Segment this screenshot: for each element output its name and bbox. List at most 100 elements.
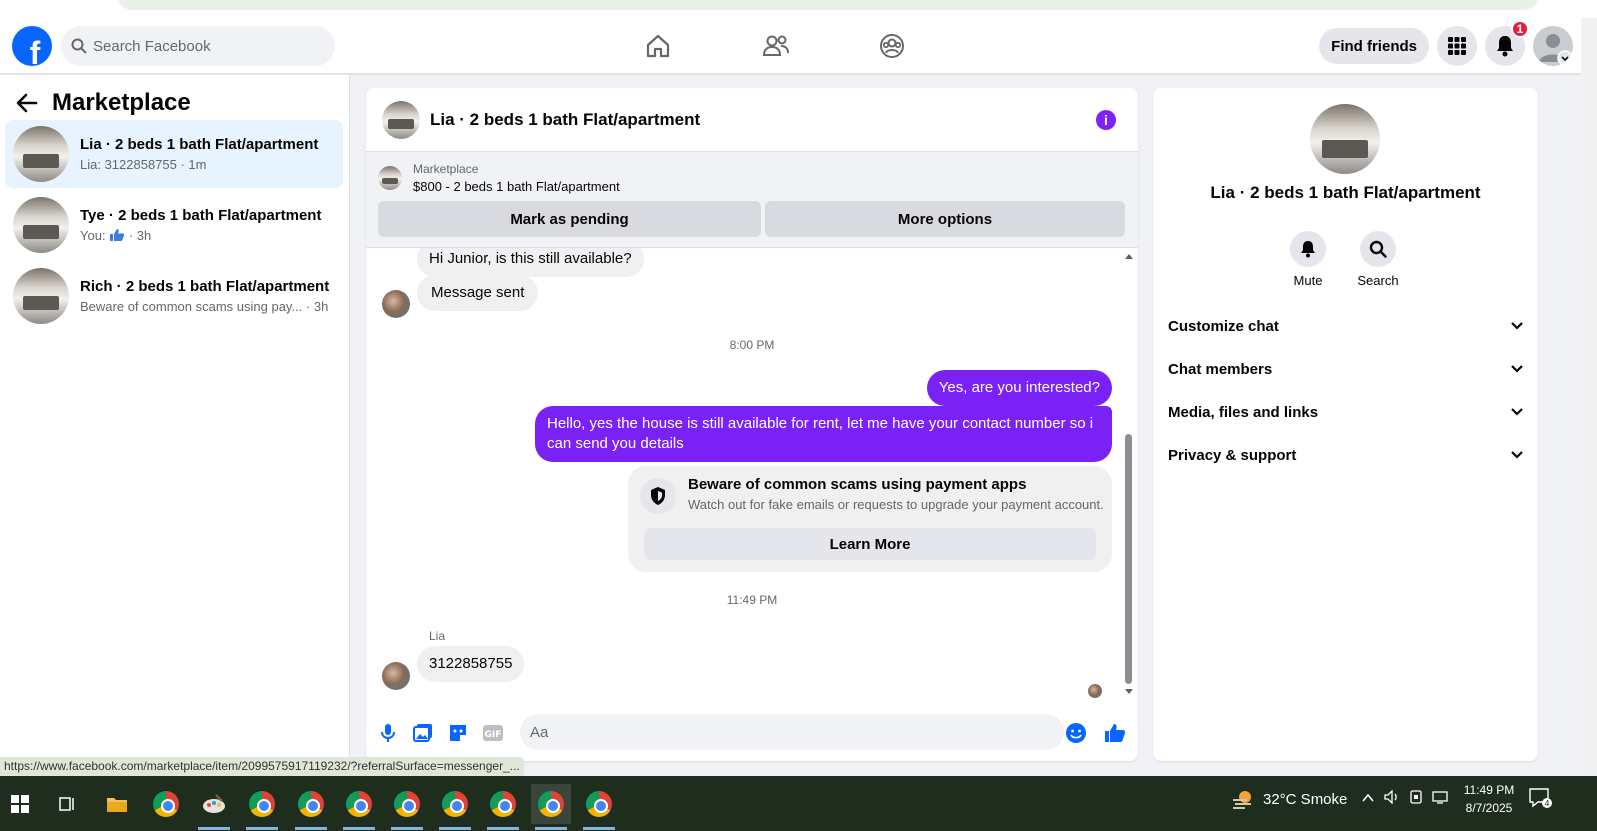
conversation-item-rich[interactable]: Rich · 2 beds 1 bath Flat/apartment Bewa…: [5, 262, 343, 330]
section-label: Privacy & support: [1168, 446, 1297, 464]
weather-smoke-icon: [1233, 791, 1251, 809]
preview-time: · 3h: [302, 299, 329, 314]
preview-prefix: You:: [80, 228, 106, 243]
chevron-down-icon: [1511, 365, 1523, 373]
privacy-support-section[interactable]: Privacy & support: [1168, 437, 1524, 473]
photo-attach-icon[interactable]: [412, 722, 434, 744]
message-input[interactable]: [520, 714, 1064, 750]
home-icon[interactable]: [638, 26, 678, 66]
gif-icon[interactable]: GIF: [482, 722, 504, 744]
weather-text: 32°C Smoke: [1263, 790, 1348, 808]
conversation-item-tye[interactable]: Tye · 2 beds 1 bath Flat/apartment You: …: [5, 191, 343, 259]
file-explorer-icon[interactable]: [97, 784, 137, 824]
listing-info[interactable]: Marketplace $800 - 2 beds 1 bath Flat/ap…: [378, 162, 620, 194]
seen-receipt-avatar: [1088, 684, 1102, 698]
action-center-icon[interactable]: 4: [1528, 787, 1552, 812]
show-hidden-icons-chevron-icon[interactable]: [1362, 790, 1374, 806]
chrome-icon[interactable]: [146, 784, 186, 824]
conversation-name: Rich · 2 beds 1 bath Flat/apartment: [80, 278, 330, 295]
weather-widget[interactable]: 32°C Smoke: [1231, 788, 1347, 810]
learn-more-button[interactable]: Learn More: [644, 528, 1096, 560]
message-bubble-incoming: Hi Junior, is this still available?: [417, 248, 644, 277]
back-arrow-icon[interactable]: [16, 93, 38, 113]
scroll-down-arrow-icon[interactable]: [1124, 688, 1134, 696]
message-bubble-outgoing: Yes, are you interested?: [926, 370, 1112, 406]
chat-members-section[interactable]: Chat members: [1168, 351, 1524, 387]
clock-time: 11:49 PM: [1463, 783, 1515, 797]
friends-icon[interactable]: [756, 26, 796, 66]
volume-icon[interactable]: [1384, 789, 1400, 807]
link-status-url: https://www.facebook.com/marketplace/ite…: [0, 757, 524, 776]
header-right-controls: Find friends 1: [1319, 20, 1573, 66]
media-files-links-section[interactable]: Media, files and links: [1168, 394, 1524, 430]
thumbs-up-icon: [110, 229, 125, 241]
paint-app-icon[interactable]: [194, 784, 234, 830]
chevron-down-icon: [1511, 408, 1523, 416]
chrome-profile-icon[interactable]: [387, 784, 427, 830]
listing-price: $800 - 2 beds 1 bath Flat/apartment: [413, 179, 620, 194]
browser-address-bar[interactable]: [118, 0, 1538, 10]
task-view-icon[interactable]: [47, 784, 87, 824]
page-scrollbar[interactable]: [1581, 18, 1597, 776]
conversation-info-icon[interactable]: i: [1096, 110, 1116, 130]
scroll-up-arrow-icon[interactable]: [1124, 252, 1134, 260]
chrome-profile-m-icon[interactable]: [242, 784, 282, 830]
chat-listing-avatar[interactable]: [382, 100, 420, 139]
message-line: can send you details: [547, 435, 684, 452]
device-icon[interactable]: [1409, 790, 1423, 807]
find-friends-button[interactable]: Find friends: [1319, 28, 1429, 64]
mute-label: Mute: [1293, 273, 1323, 288]
chrome-profile-active-icon[interactable]: [531, 784, 571, 830]
svg-text:GIF: GIF: [485, 730, 502, 740]
notifications-bell-icon[interactable]: 1: [1485, 20, 1529, 66]
message-bubble-incoming: 3122858755: [417, 646, 525, 682]
warning-description: Watch out for fake emails or requests to…: [688, 497, 1104, 512]
groups-icon[interactable]: [872, 26, 912, 66]
search-in-conversation-button[interactable]: Search: [1343, 231, 1413, 288]
clock-date: 8/7/2025: [1465, 801, 1513, 815]
search-label: Search: [1357, 273, 1399, 288]
conversation-name: Lia · 2 beds 1 bath Flat/apartment: [80, 136, 319, 153]
search-input[interactable]: [93, 37, 313, 55]
menu-grid-icon[interactable]: [1437, 26, 1477, 66]
thumbs-up-send-icon[interactable]: [1104, 722, 1126, 744]
browser-chrome-strip: [0, 0, 1597, 18]
section-label: Chat members: [1168, 360, 1273, 378]
windows-start-icon[interactable]: [0, 784, 40, 824]
message-composer: GIF: [366, 712, 1138, 756]
mute-button[interactable]: Mute: [1273, 231, 1343, 288]
customize-chat-section[interactable]: Customize chat: [1168, 308, 1524, 344]
listing-thumbnail: [1310, 104, 1380, 174]
chrome-profile-icon[interactable]: [483, 784, 523, 830]
info-conversation-name: Lia · 2 beds 1 bath Flat/apartment: [1210, 183, 1481, 202]
more-options-button[interactable]: More options: [765, 201, 1125, 237]
message-thread: Hi Junior, is this still available? Mess…: [366, 248, 1138, 706]
scam-warning-card: Beware of common scams using payment app…: [628, 466, 1112, 572]
conversation-item-lia[interactable]: Lia · 2 beds 1 bath Flat/apartment Lia: …: [5, 120, 343, 188]
message-timestamp: 11:49 PM: [726, 593, 778, 607]
scrollbar-thumb[interactable]: [1125, 434, 1132, 684]
mark-as-pending-button[interactable]: Mark as pending: [378, 201, 761, 237]
chat-scrollbar[interactable]: [1123, 248, 1135, 706]
chat-window: Lia · 2 beds 1 bath Flat/apartment i Mar…: [366, 88, 1138, 761]
sender-avatar[interactable]: [382, 290, 410, 318]
chrome-profile-icon[interactable]: [435, 784, 475, 830]
notification-badge: 1: [1511, 20, 1529, 38]
sticker-icon[interactable]: [447, 722, 469, 744]
account-avatar[interactable]: [1533, 26, 1573, 66]
chrome-profile-icon[interactable]: [339, 784, 379, 830]
system-clock[interactable]: 11:49 PM 8/7/2025: [1456, 781, 1522, 817]
facebook-logo-icon[interactable]: f: [12, 26, 52, 66]
search-facebook-box[interactable]: [61, 26, 335, 66]
emoji-icon[interactable]: [1065, 722, 1087, 744]
chat-title[interactable]: Lia · 2 beds 1 bath Flat/apartment: [430, 110, 700, 130]
network-icon[interactable]: [1432, 790, 1450, 807]
info-listing-avatar[interactable]: [1310, 104, 1380, 174]
microphone-icon[interactable]: [377, 722, 399, 744]
preview-time: · 3h: [125, 228, 152, 243]
chrome-profile-icon[interactable]: [291, 784, 331, 830]
chrome-profile-icon[interactable]: [579, 784, 619, 830]
message-bubble-incoming: Message sent: [417, 275, 539, 311]
sender-avatar[interactable]: [382, 662, 410, 690]
message-bubble-outgoing: Hello, yes the house is still available …: [535, 406, 1112, 462]
